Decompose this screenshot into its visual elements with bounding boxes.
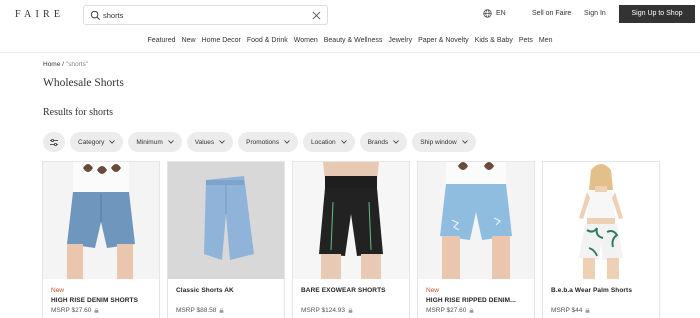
product-name[interactable]: BARE EXOWEAR SHORTS xyxy=(301,287,405,294)
sign-in-link[interactable]: Sign In xyxy=(584,10,606,17)
chevron-down-icon xyxy=(167,140,174,144)
chevron-down-icon xyxy=(284,140,290,144)
new-badge: New xyxy=(51,287,65,294)
lock-icon xyxy=(585,308,590,313)
product-card[interactable]: BARE EXOWEAR SHORTS MSRP $124.93 xyxy=(292,161,410,318)
price-text: MSRP $88.58 xyxy=(176,307,217,314)
results-title: Results for shorts xyxy=(43,107,113,118)
chevron-down-icon xyxy=(109,140,116,144)
nav-item-kids-baby[interactable]: Kids & Baby xyxy=(472,37,516,44)
filter-ship-window-label: Ship window xyxy=(420,138,457,146)
language-label: EN xyxy=(496,10,506,17)
language-selector[interactable]: EN xyxy=(483,9,506,18)
nav-item-featured[interactable]: Featured xyxy=(145,37,179,44)
filter-promotions[interactable]: Promotions xyxy=(238,132,299,152)
chevron-down-icon xyxy=(393,140,400,144)
filter-values-label: Values xyxy=(194,138,215,146)
filter-settings-button[interactable] xyxy=(43,132,65,152)
search-bar[interactable] xyxy=(83,5,328,25)
page-title: Wholesale Shorts xyxy=(43,77,124,89)
product-price: MSRP $27.60 xyxy=(51,307,99,314)
breadcrumb-current: "shorts" xyxy=(65,61,89,68)
sliders-icon xyxy=(50,138,58,146)
filter-bar: Category Minimum Values Promotions Locat… xyxy=(43,132,476,152)
nav-item-pets[interactable]: Pets xyxy=(516,37,536,44)
product-price: MSRP $124.93 xyxy=(301,307,353,314)
product-name[interactable]: B.e.b.a Wear Palm Shorts xyxy=(551,287,655,294)
chevron-down-icon xyxy=(219,140,225,144)
nav-item-men[interactable]: Men xyxy=(536,37,556,44)
faire-logo[interactable]: FAIRE xyxy=(15,9,64,20)
filter-category-label: Category xyxy=(78,138,105,146)
chevron-down-icon xyxy=(340,140,347,144)
filter-ship-window[interactable]: Ship window xyxy=(412,132,476,152)
product-name[interactable]: HIGH RISE DENIM SHORTS xyxy=(51,297,155,304)
price-text: MSRP $124.93 xyxy=(301,307,345,314)
product-grid: New HIGH RISE DENIM SHORTS MSRP $27.60 C… xyxy=(42,161,660,318)
new-badge: New xyxy=(426,287,440,294)
filter-minimum[interactable]: Minimum xyxy=(128,132,182,152)
filter-brands-label: Brands xyxy=(367,138,389,146)
nav-item-food-drink[interactable]: Food & Drink xyxy=(244,37,291,44)
filter-category[interactable]: Category xyxy=(70,132,124,152)
nav-item-home-decor[interactable]: Home Decor xyxy=(199,37,244,44)
filter-location[interactable]: Location xyxy=(303,132,355,152)
sign-up-button[interactable]: Sign Up to Shop xyxy=(619,5,695,23)
sell-on-faire-link[interactable]: Sell on Faire xyxy=(532,10,571,17)
filter-promotions-label: Promotions xyxy=(246,138,280,146)
filter-minimum-label: Minimum xyxy=(136,138,163,146)
product-image-exowear-shorts[interactable] xyxy=(293,162,409,279)
filter-brands[interactable]: Brands xyxy=(359,132,408,152)
filter-location-label: Location xyxy=(311,138,336,146)
breadcrumb-home[interactable]: Home xyxy=(43,61,60,68)
nav-item-beauty-wellness[interactable]: Beauty & Wellness xyxy=(321,37,386,44)
lock-icon xyxy=(95,308,99,313)
globe-icon xyxy=(483,9,492,18)
clear-search-icon[interactable] xyxy=(312,11,321,20)
product-card[interactable]: Classic Shorts AK MSRP $88.58 xyxy=(167,161,285,318)
product-card[interactable]: New HIGH RISE DENIM SHORTS MSRP $27.60 xyxy=(42,161,160,318)
nav-item-new[interactable]: New xyxy=(179,37,199,44)
chevron-down-icon xyxy=(461,140,468,144)
breadcrumb-separator: / xyxy=(62,61,64,68)
product-image-classic-shorts[interactable] xyxy=(168,162,284,279)
nav-divider xyxy=(0,52,700,53)
product-name[interactable]: Classic Shorts AK xyxy=(176,287,280,294)
price-text: MSRP $44 xyxy=(551,307,583,314)
filter-values[interactable]: Values xyxy=(186,132,234,152)
price-text: MSRP $27.60 xyxy=(426,307,467,314)
nav-item-women[interactable]: Women xyxy=(291,37,321,44)
lock-icon xyxy=(348,308,353,313)
lock-icon xyxy=(220,308,224,313)
product-name[interactable]: HIGH RISE RIPPED DENIM... xyxy=(426,297,530,304)
product-card[interactable]: New HIGH RISE RIPPED DENIM... MSRP $27.6… xyxy=(417,161,535,318)
search-input[interactable] xyxy=(103,8,303,22)
search-icon xyxy=(90,10,100,20)
product-image-ripped-denim-shorts[interactable] xyxy=(418,162,534,279)
product-price: MSRP $44 xyxy=(551,307,590,314)
price-text: MSRP $27.60 xyxy=(51,307,92,314)
product-image-palm-shorts[interactable] xyxy=(543,162,659,279)
header: FAIRE EN Sell on Faire Sign In Sign Up t… xyxy=(0,0,700,30)
category-nav: Featured New Home Decor Food & Drink Wom… xyxy=(0,37,700,44)
lock-icon xyxy=(470,308,474,313)
product-card[interactable]: B.e.b.a Wear Palm Shorts MSRP $44 xyxy=(542,161,660,318)
breadcrumb: Home / "shorts" xyxy=(43,61,88,68)
nav-item-jewelry[interactable]: Jewelry xyxy=(385,37,415,44)
product-price: MSRP $88.58 xyxy=(176,307,224,314)
product-image-denim-shorts[interactable] xyxy=(43,162,159,279)
product-price: MSRP $27.60 xyxy=(426,307,474,314)
nav-item-paper-novelty[interactable]: Paper & Novelty xyxy=(415,37,472,44)
